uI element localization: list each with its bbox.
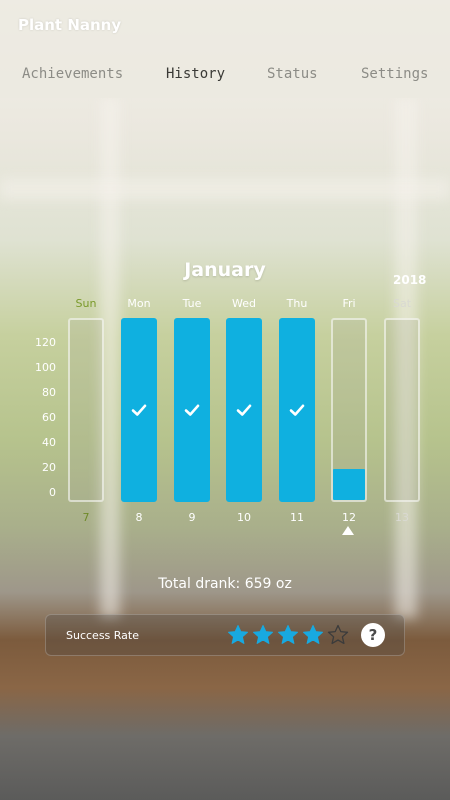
tab-history[interactable]: History — [166, 66, 225, 82]
date-label-9: 9 — [188, 511, 196, 524]
star-empty-icon — [327, 624, 349, 645]
success-rate-label: Success Rate — [66, 629, 139, 642]
day-name-sat: Sat — [392, 297, 412, 310]
selected-day-marker — [342, 526, 354, 535]
y-tick-label: 40 — [42, 436, 56, 449]
check-icon — [131, 404, 147, 416]
check-icon — [236, 404, 252, 416]
app-title: Plant Nanny — [18, 16, 122, 34]
day-column-thu[interactable] — [279, 318, 315, 502]
day-name-wed: Wed — [232, 297, 256, 310]
star-filled-icon — [278, 625, 298, 644]
day-name-thu: Thu — [286, 297, 308, 310]
tab-achievements[interactable]: Achievements — [22, 66, 123, 82]
year-label: 2018 — [393, 273, 427, 287]
date-label-11: 11 — [290, 511, 304, 524]
success-rate-card: Success Rate ? — [45, 614, 405, 656]
y-tick-label: 120 — [35, 336, 56, 349]
y-tick-label: 20 — [42, 461, 56, 474]
date-label-7: 7 — [82, 511, 90, 524]
day-column-sat[interactable] — [384, 318, 420, 502]
day-column-wed[interactable] — [226, 318, 262, 502]
day-column-fri[interactable] — [331, 318, 367, 502]
y-tick-label: 0 — [49, 486, 56, 499]
day-name-sun: Sun — [75, 297, 97, 310]
top-bar: Plant Nanny Achievements History Status … — [0, 0, 450, 98]
y-tick-label: 80 — [42, 386, 56, 399]
tab-settings[interactable]: Settings — [361, 66, 428, 82]
day-name-tue: Tue — [182, 297, 202, 310]
y-tick-label: 100 — [35, 361, 56, 374]
day-name-mon: Mon — [127, 297, 151, 310]
date-label-13: 13 — [395, 511, 409, 524]
date-label-10: 10 — [237, 511, 251, 524]
water-fill — [333, 469, 365, 500]
tab-bar: Achievements History Status Settings — [0, 66, 450, 86]
date-label-8: 8 — [135, 511, 143, 524]
check-icon — [289, 404, 305, 416]
star-filled-icon — [228, 625, 248, 644]
tab-status[interactable]: Status — [267, 66, 318, 82]
total-drank: Total drank: 659 oz — [158, 576, 292, 592]
day-column-tue[interactable] — [174, 318, 210, 502]
day-column-mon[interactable] — [121, 318, 157, 502]
day-name-fri: Fri — [342, 297, 356, 310]
month-title: January — [184, 259, 266, 281]
date-label-12: 12 — [342, 511, 356, 524]
help-icon[interactable]: ? — [361, 623, 385, 647]
day-column-sun[interactable] — [68, 318, 104, 502]
star-filled-icon — [253, 625, 273, 644]
check-icon — [184, 404, 200, 416]
y-tick-label: 60 — [42, 411, 56, 424]
star-filled-icon — [303, 625, 323, 644]
